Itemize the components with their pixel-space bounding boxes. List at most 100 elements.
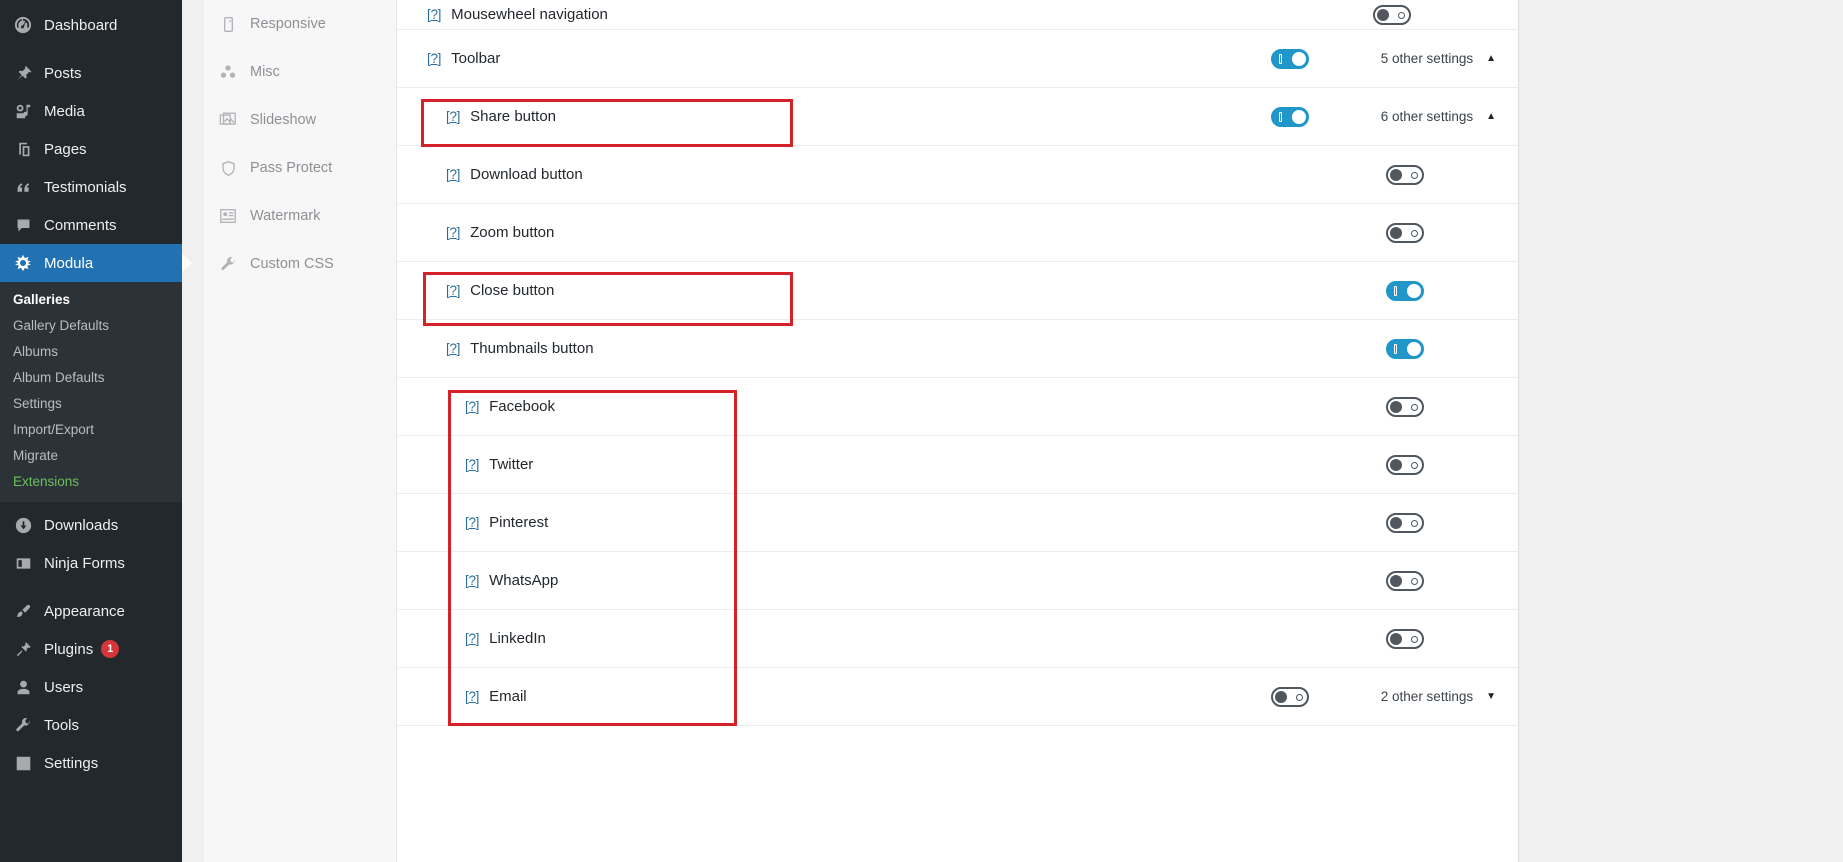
toggle-linkedin[interactable] [1386,629,1424,649]
setting-label: Email [489,688,527,705]
plug-icon [12,639,34,659]
row-left: [?] LinkedIn [397,630,1376,647]
help-icon[interactable]: [?] [446,225,460,240]
content-area: [?] Mousewheel navigation [?] Toolbar [397,0,1843,862]
help-icon[interactable]: [?] [446,283,460,298]
help-icon[interactable]: [?] [465,689,479,704]
tab-label: Custom CSS [250,256,334,272]
admin-screen: Dashboard Posts Media Pages Testim [0,0,1843,862]
slideshow-icon [217,111,239,129]
submenu-item-gallery-defaults[interactable]: Gallery Defaults [0,312,182,338]
submenu-item-album-defaults[interactable]: Album Defaults [0,364,182,390]
mobile-icon [217,16,239,33]
sidebar-item-media[interactable]: Media [0,92,182,130]
media-icon [12,101,34,121]
help-icon[interactable]: [?] [465,573,479,588]
sidebar-divider [0,44,182,54]
submenu-item-extensions[interactable]: Extensions [0,468,182,494]
sidebar-item-dashboard[interactable]: Dashboard [0,6,182,44]
help-icon[interactable]: [?] [465,515,479,530]
help-icon[interactable]: [?] [427,51,441,66]
help-icon[interactable]: [?] [465,457,479,472]
other-settings-link[interactable]: 2 other settings ▼ [1381,689,1496,704]
toggle-cell [1376,339,1496,359]
tab-custom-css[interactable]: Custom CSS [204,240,396,288]
toggle-whatsapp[interactable] [1386,571,1424,591]
tab-pass-protect[interactable]: Pass Protect [204,144,396,192]
sidebar-item-comments[interactable]: Comments [0,206,182,244]
toggle-cell [1376,397,1496,417]
toggle-download-button[interactable] [1386,165,1424,185]
sidebar-item-appearance[interactable]: Appearance [0,592,182,630]
toggle-twitter[interactable] [1386,455,1424,475]
sidebar-item-plugins[interactable]: Plugins 1 [0,630,182,668]
watermark-icon [217,207,239,225]
help-icon[interactable]: [?] [465,399,479,414]
help-icon[interactable]: [?] [446,341,460,356]
toggle-close-button[interactable] [1386,281,1424,301]
toggle-email[interactable] [1271,687,1309,707]
row-left: [?] Pinterest [397,514,1376,531]
setting-row: [?] Download button [397,146,1518,204]
setting-label: Thumbnails button [470,340,593,357]
chevron-up-icon: ▲ [1486,112,1496,122]
tab-misc[interactable]: Misc [204,48,396,96]
toggle-cell [1376,629,1496,649]
row-left: [?] Facebook [397,398,1376,415]
other-settings-link[interactable]: 5 other settings ▲ [1381,51,1496,66]
toggle-thumbnails-button[interactable] [1386,339,1424,359]
user-icon [12,677,34,697]
help-icon[interactable]: [?] [465,631,479,646]
setting-label: Mousewheel navigation [451,6,608,23]
submenu-item-import-export[interactable]: Import/Export [0,416,182,442]
toggle-cell [1376,165,1496,185]
sidebar-item-label: Pages [44,141,87,158]
submenu-item-migrate[interactable]: Migrate [0,442,182,468]
sidebar-item-ninja-forms[interactable]: Ninja Forms [0,544,182,582]
sidebar-item-tools[interactable]: Tools [0,706,182,744]
help-icon[interactable]: [?] [446,167,460,182]
chevron-down-icon: ▼ [1486,692,1496,702]
tab-slideshow[interactable]: Slideshow [204,96,396,144]
toggle-zoom-button[interactable] [1386,223,1424,243]
setting-row: [?] Zoom button [397,204,1518,262]
tab-responsive[interactable]: Responsive [204,0,396,48]
submenu-item-albums[interactable]: Albums [0,338,182,364]
row-left: [?] Share button [397,108,1261,125]
other-settings-link[interactable]: 6 other settings ▲ [1381,109,1496,124]
tab-label: Slideshow [250,112,316,128]
sidebar-item-modula[interactable]: Modula [0,244,182,282]
wrench-icon [12,715,34,735]
sidebar-item-posts[interactable]: Posts [0,54,182,92]
setting-label: Twitter [489,456,533,473]
row-left: [?] Close button [397,282,1376,299]
sidebar-item-users[interactable]: Users [0,668,182,706]
help-icon[interactable]: [?] [446,109,460,124]
sidebar-item-pages[interactable]: Pages [0,130,182,168]
setting-row: [?] Twitter [397,436,1518,494]
sidebar-item-label: Users [44,679,83,696]
toggle-pinterest[interactable] [1386,513,1424,533]
setting-row: [?] Thumbnails button [397,320,1518,378]
modula-icon [12,253,34,273]
toggle-share-button[interactable] [1271,107,1309,127]
sidebar-item-label: Tools [44,717,79,734]
dots-icon [217,63,239,81]
submenu-item-galleries[interactable]: Galleries [0,286,182,312]
sidebar-item-downloads[interactable]: Downloads [0,506,182,544]
toggle-toolbar[interactable] [1271,49,1309,69]
toggle-cell [1261,687,1381,707]
toggle-cell [1376,455,1496,475]
pin-icon [12,63,34,83]
toggle-facebook[interactable] [1386,397,1424,417]
setting-row: [?] Mousewheel navigation [397,0,1518,30]
submenu-item-settings[interactable]: Settings [0,390,182,416]
sidebar-item-label: Modula [44,255,93,272]
help-icon[interactable]: [?] [427,7,441,22]
row-left: [?] Zoom button [397,224,1376,241]
toggle-mousewheel-navigation[interactable] [1373,5,1411,25]
comment-icon [12,215,34,235]
tab-watermark[interactable]: Watermark [204,192,396,240]
sidebar-item-settings[interactable]: Settings [0,744,182,782]
sidebar-item-testimonials[interactable]: Testimonials [0,168,182,206]
